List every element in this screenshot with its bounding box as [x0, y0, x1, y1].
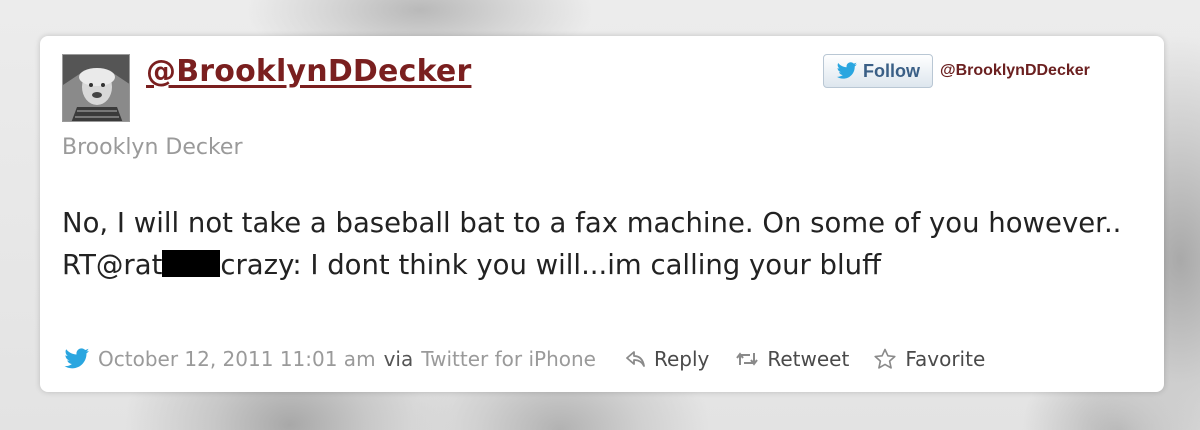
- reply-icon: [626, 351, 645, 367]
- follow-button[interactable]: Follow: [823, 54, 933, 88]
- retweet-button[interactable]: Retweet: [735, 347, 849, 371]
- tweet-timestamp[interactable]: October 12, 2011 11:01 am: [98, 347, 376, 371]
- follow-label: Follow: [863, 60, 920, 81]
- avatar[interactable]: [62, 54, 130, 122]
- tweet-source-link[interactable]: Twitter for iPhone: [421, 347, 596, 371]
- twitter-bird-icon: [836, 62, 857, 79]
- favorite-button[interactable]: Favorite: [873, 347, 985, 371]
- redaction-block: [162, 250, 221, 277]
- via-label: via: [383, 347, 414, 371]
- favorite-label: Favorite: [905, 347, 986, 371]
- twitter-bird-icon: [64, 348, 90, 369]
- avatar-image: [63, 55, 129, 121]
- follow-handle[interactable]: @BrooklynDDecker: [940, 62, 1090, 80]
- author-display-name: Brooklyn Decker: [62, 135, 243, 160]
- tweet-meta: October 12, 2011 11:01 am via Twitter fo…: [62, 344, 1152, 374]
- star-icon: [874, 348, 896, 369]
- tweet-text: No, I will not take a baseball bat to a …: [62, 202, 1152, 286]
- retweet-label: Retweet: [767, 347, 850, 371]
- author-handle-link[interactable]: @BrooklynDDecker: [146, 54, 471, 89]
- retweet-icon: [736, 352, 759, 366]
- reply-label: Reply: [653, 347, 710, 371]
- tweet-card: @BrooklynDDecker Follow @BrooklynDDecker…: [40, 36, 1164, 392]
- reply-button[interactable]: Reply: [626, 347, 709, 371]
- tweet-text-part2: crazy: I dont think you will...im callin…: [220, 249, 882, 281]
